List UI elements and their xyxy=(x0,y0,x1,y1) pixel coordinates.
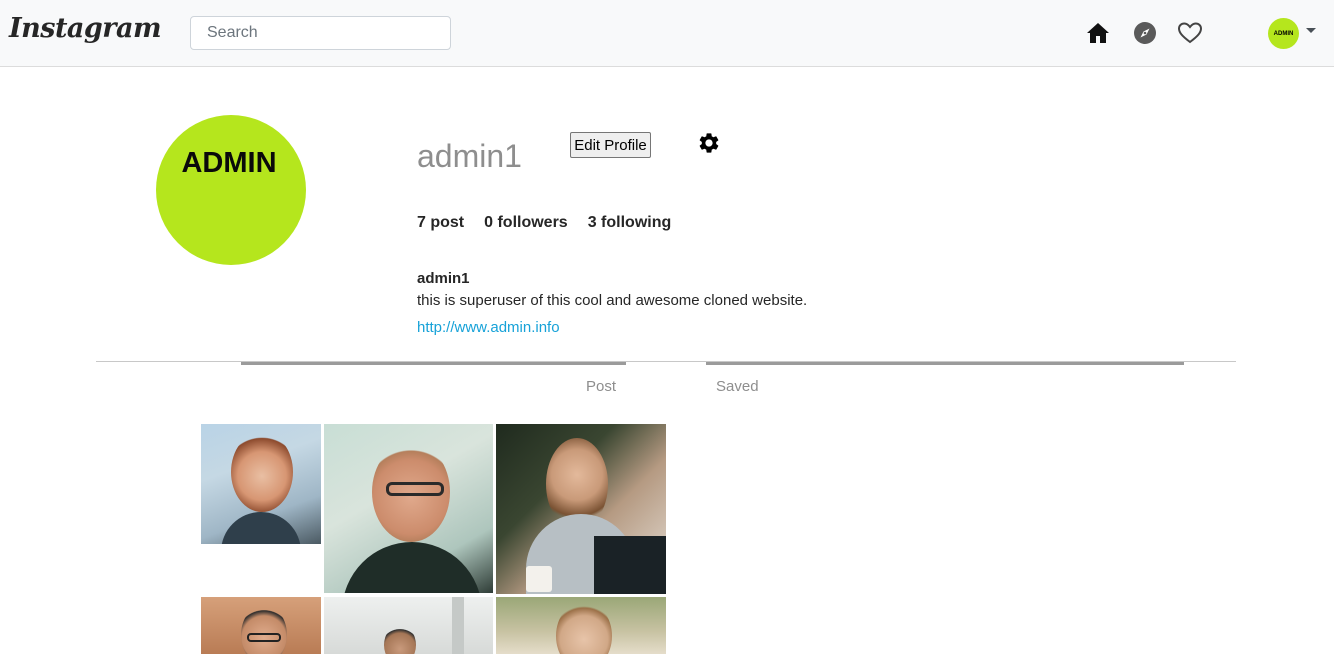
followers-count[interactable]: 0 followers xyxy=(484,214,568,232)
instagram-logo[interactable]: Instagram xyxy=(9,13,162,44)
explore-compass-icon[interactable] xyxy=(1132,20,1158,46)
edit-profile-button[interactable]: Edit Profile xyxy=(570,132,651,158)
search-input[interactable] xyxy=(190,16,451,50)
chevron-down-icon[interactable] xyxy=(1306,28,1316,33)
user-avatar[interactable]: ADMIN xyxy=(1268,18,1299,49)
post-thumbnail[interactable] xyxy=(324,424,493,593)
posts-count: 7 post xyxy=(417,214,465,231)
post-thumbnail[interactable] xyxy=(324,597,493,654)
profile-stats: 7 post 0 followers 3 following xyxy=(417,214,671,232)
website-link[interactable]: http://www.admin.info xyxy=(417,319,560,336)
gear-icon[interactable] xyxy=(697,131,721,155)
profile-picture-text: ADMIN xyxy=(181,147,277,179)
bio-name: admin1 xyxy=(417,270,470,287)
post-thumbnail[interactable] xyxy=(496,424,666,594)
post-thumbnail[interactable] xyxy=(201,424,321,544)
post-thumbnail[interactable] xyxy=(496,597,666,654)
home-icon[interactable] xyxy=(1085,20,1111,46)
tab-saved[interactable]: Saved xyxy=(716,378,759,395)
tab-post[interactable]: Post xyxy=(586,378,616,395)
top-navbar: Instagram ADMIN xyxy=(0,0,1334,67)
post-thumbnail[interactable] xyxy=(201,597,321,654)
tab-indicator-saved xyxy=(706,362,1184,365)
user-avatar-label: ADMIN xyxy=(1273,30,1294,37)
following-count[interactable]: 3 following xyxy=(588,214,672,232)
heart-icon[interactable] xyxy=(1177,20,1203,46)
profile-picture: ADMIN xyxy=(156,115,306,265)
bio-text: this is superuser of this cool and aweso… xyxy=(417,292,808,309)
tab-indicator-post xyxy=(241,362,626,365)
profile-username: admin1 xyxy=(417,138,522,174)
